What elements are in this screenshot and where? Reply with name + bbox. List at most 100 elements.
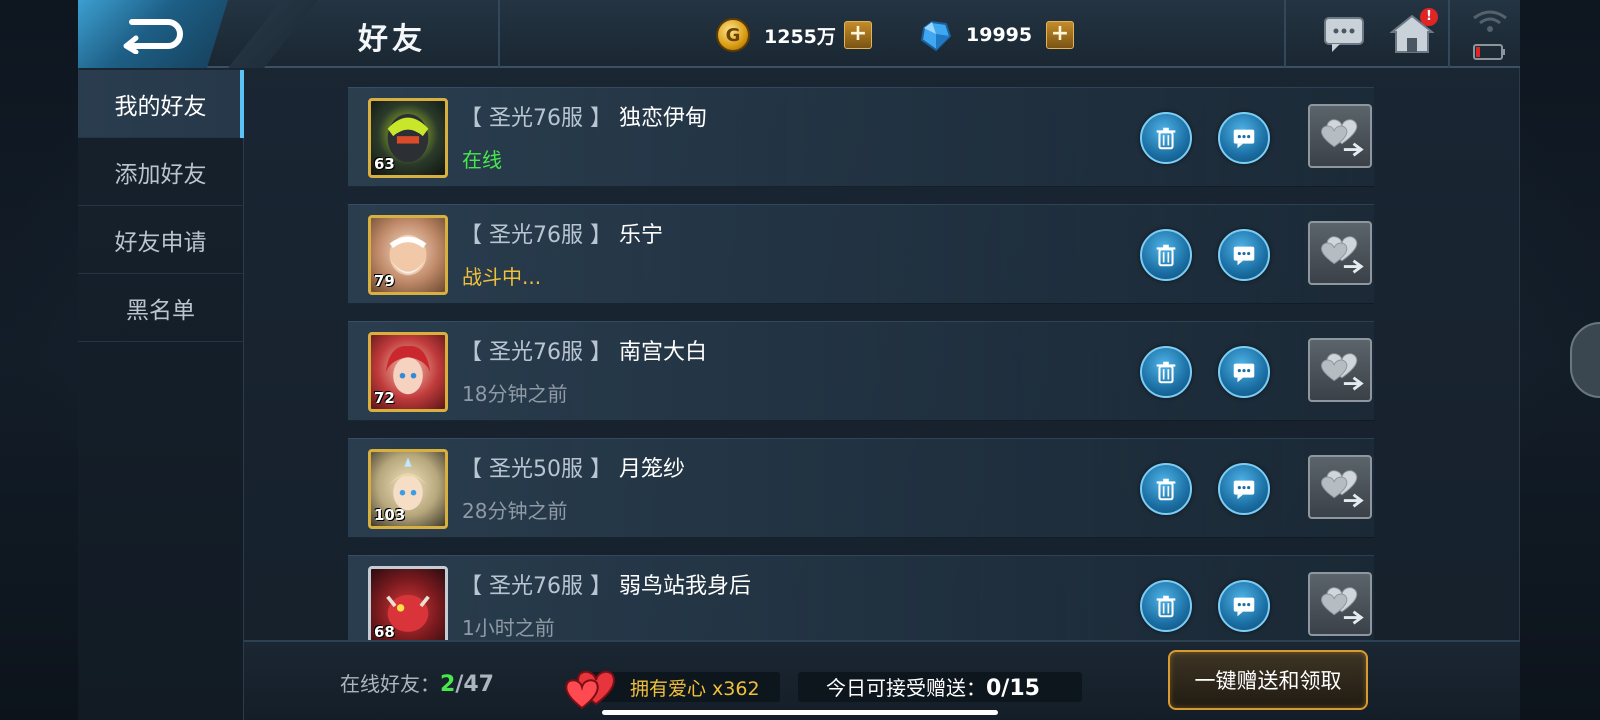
friend-row: 103 【 圣光50服 】 月笼纱 28分钟之前: [348, 438, 1374, 538]
gift-limit-value: 0/15: [986, 676, 1040, 701]
sidebar-item-my-friends[interactable]: 我的好友: [78, 70, 244, 138]
gold-coin-icon: G: [716, 18, 750, 52]
friend-name: 【 圣光76服 】 南宫大白: [460, 334, 707, 366]
friend-name: 【 圣光76服 】 独恋伊甸: [460, 100, 707, 132]
friend-avatar[interactable]: 72: [368, 332, 448, 412]
top-bar: 好友 G 1255万 + 19995 + !: [78, 0, 1520, 68]
friends-total: /47: [455, 672, 494, 697]
back-button[interactable]: [78, 0, 228, 68]
gem-display: 19995 +: [918, 18, 1074, 52]
message-friend-button[interactable]: [1218, 580, 1270, 632]
friend-row: 79 【 圣光76服 】 乐宁 战斗中...: [348, 204, 1374, 304]
message-friend-button[interactable]: [1218, 346, 1270, 398]
message-friend-button[interactable]: [1218, 112, 1270, 164]
gold-display: G 1255万 +: [716, 18, 872, 52]
friend-name: 【 圣光76服 】 弱鸟站我身后: [460, 568, 751, 600]
chat-bubble-icon: [1233, 129, 1255, 149]
delete-friend-button[interactable]: [1140, 580, 1192, 632]
friend-row: 63 【 圣光76服 】 独恋伊甸 在线: [348, 87, 1374, 187]
sidebar-item-friend-requests[interactable]: 好友申请: [78, 206, 243, 274]
divider: [1284, 0, 1286, 68]
trash-icon: [1156, 478, 1176, 501]
friend-level: 72: [374, 389, 395, 407]
page-title: 好友: [358, 22, 426, 57]
add-gold-button[interactable]: +: [844, 21, 872, 49]
friend-avatar[interactable]: 68: [368, 566, 448, 643]
delete-friend-button[interactable]: [1140, 463, 1192, 515]
send-heart-button[interactable]: [1308, 221, 1372, 285]
heart-send-icon: [1321, 470, 1364, 508]
online-number: 2: [440, 672, 456, 697]
friend-level: 79: [374, 272, 395, 290]
wifi-icon: [1473, 10, 1507, 32]
friend-status: 18分钟之前: [462, 382, 568, 406]
send-heart-button[interactable]: [1308, 104, 1372, 168]
trash-icon: [1156, 127, 1176, 150]
friend-status: 战斗中...: [462, 265, 542, 289]
chat-icon[interactable]: [1322, 12, 1366, 56]
chat-bubble-icon: [1233, 597, 1255, 617]
title-separator: [228, 0, 318, 68]
friend-avatar[interactable]: 63: [368, 98, 448, 178]
sidebar: 我的好友 添加好友 好友申请 黑名单: [78, 70, 244, 720]
delete-friend-button[interactable]: [1140, 112, 1192, 164]
heart-send-icon: [1321, 587, 1364, 625]
trash-icon: [1156, 361, 1176, 384]
friend-avatar[interactable]: 79: [368, 215, 448, 295]
delete-friend-button[interactable]: [1140, 229, 1192, 281]
friend-server: 【 圣光76服 】: [460, 223, 612, 248]
heart-send-icon: [1321, 353, 1364, 391]
gift-limit: 今日可接受赠送：0/15: [826, 672, 1040, 701]
sidebar-item-add-friend[interactable]: 添加好友: [78, 138, 243, 206]
chat-bubble-icon: [1233, 363, 1255, 383]
gem-value: 19995: [966, 24, 1033, 46]
back-arrow-icon: [123, 19, 183, 54]
status-area: [1470, 8, 1510, 60]
trash-icon: [1156, 244, 1176, 267]
bottom-bar: 在线好友：2/47 拥有爱心 x362 今日可接受赠送：0/15 一键赠送和领取: [244, 640, 1520, 720]
heart-send-icon: [1321, 236, 1364, 274]
friend-nickname: 乐宁: [618, 223, 663, 248]
one-click-gift-button[interactable]: 一键赠送和领取: [1168, 650, 1368, 710]
trash-icon: [1156, 595, 1176, 618]
friend-name: 【 圣光76服 】 乐宁: [460, 217, 663, 249]
friend-nickname: 弱鸟站我身后: [618, 574, 751, 599]
chat-bubble-icon: [1233, 246, 1255, 266]
friend-nickname: 月笼纱: [618, 457, 685, 482]
friend-avatar[interactable]: 103: [368, 449, 448, 529]
friend-level: 63: [374, 155, 395, 173]
gift-limit-label: 今日可接受赠送：: [826, 676, 986, 700]
diamond-icon: [920, 20, 952, 52]
friend-level: 68: [374, 623, 395, 641]
hearts-icon: [565, 670, 615, 710]
gold-value: 1255万: [764, 25, 836, 48]
online-label: 在线好友：: [340, 672, 440, 696]
sidebar-item-blacklist[interactable]: 黑名单: [78, 274, 243, 342]
friend-status: 28分钟之前: [462, 499, 568, 523]
friend-server: 【 圣光76服 】: [460, 574, 612, 599]
battery-icon: [1473, 44, 1505, 60]
delete-friend-button[interactable]: [1140, 346, 1192, 398]
home-button[interactable]: !: [1389, 8, 1438, 56]
friend-name: 【 圣光50服 】 月笼纱: [460, 451, 685, 483]
friend-nickname: 南宫大白: [618, 340, 707, 365]
divider: [1448, 0, 1450, 68]
friend-status: 在线: [462, 148, 502, 172]
hearts-count: 拥有爱心 x362: [630, 678, 760, 700]
chat-bubble-icon: [1233, 480, 1255, 500]
friend-row: 68 【 圣光76服 】 弱鸟站我身后 1小时之前: [348, 555, 1374, 643]
send-heart-button[interactable]: [1308, 572, 1372, 636]
friend-status: 1小时之前: [462, 616, 555, 640]
friend-server: 【 圣光50服 】: [460, 457, 612, 482]
add-gem-button[interactable]: +: [1046, 21, 1074, 49]
notification-badge: !: [1420, 8, 1438, 26]
message-friend-button[interactable]: [1218, 463, 1270, 515]
send-heart-button[interactable]: [1308, 455, 1372, 519]
send-heart-button[interactable]: [1308, 338, 1372, 402]
heart-send-icon: [1321, 119, 1364, 157]
friend-server: 【 圣光76服 】: [460, 106, 612, 131]
message-friend-button[interactable]: [1218, 229, 1270, 281]
home-indicator[interactable]: [602, 710, 998, 715]
friend-nickname: 独恋伊甸: [618, 106, 707, 131]
friend-list[interactable]: 63 【 圣光76服 】 独恋伊甸 在线 79 【 圣光76服 】 乐宁 战斗中…: [348, 87, 1374, 643]
